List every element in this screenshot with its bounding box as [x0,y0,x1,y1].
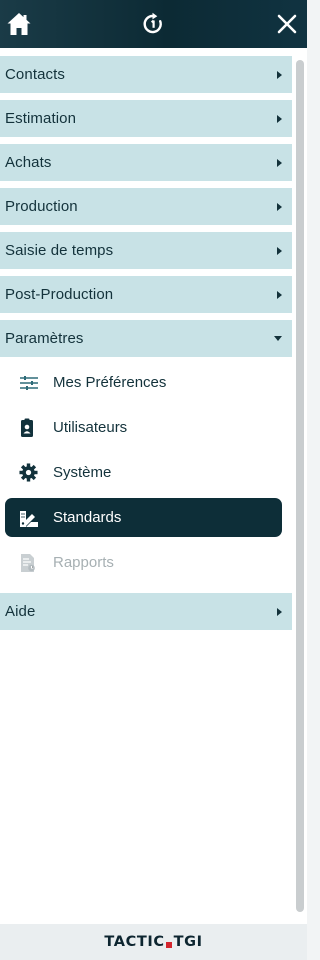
menu-item-label: Standards [53,509,122,526]
menu-item-systeme[interactable]: Système [5,453,282,492]
section-label: Production [5,198,78,215]
top-toolbar [0,0,307,48]
refresh-icon [143,12,162,34]
section-post-production[interactable]: Post-Production [0,276,292,313]
chevron-right-icon [277,158,282,167]
report-icon [19,553,49,573]
vertical-scrollbar[interactable] [293,54,307,918]
refresh-button[interactable] [133,4,173,44]
section-contacts[interactable]: Contacts [0,56,292,93]
section-label: Estimation [5,110,77,127]
section-label: Post-Production [5,286,114,303]
menu-item-utilisateurs[interactable]: Utilisateurs [5,408,282,447]
section-label: Aide [5,603,36,620]
section-estimation[interactable]: Estimation [0,100,292,137]
chevron-right-icon [277,290,282,299]
logo-dot [165,942,172,948]
section-achats[interactable]: Achats [0,144,292,181]
menu-item-label: Rapports [53,554,114,571]
menu-item-label: Mes Préférences [53,374,167,391]
chevron-right-icon [277,607,282,616]
menu-item-standards[interactable]: Standards [5,498,282,537]
home-icon [7,13,31,35]
section-label: Paramètres [5,330,84,347]
tactic-tgi-logo: TACTIC TGI [104,934,202,950]
logo-text-tactic: TACTIC [104,934,165,950]
user-badge-icon [19,418,49,438]
section-label: Achats [5,154,52,171]
footer: TACTIC TGI [0,924,307,960]
section-label: Saisie de temps [5,242,114,259]
menu-item-label: Utilisateurs [53,419,128,436]
section-saisie-de-temps[interactable]: Saisie de temps [0,232,292,269]
home-button[interactable] [0,4,39,44]
chevron-down-icon [274,336,282,341]
gear-icon [19,463,49,482]
section-label: Contacts [5,66,65,83]
chevron-right-icon [277,114,282,123]
section-aide[interactable]: Aide [0,593,292,630]
sliders-icon [19,375,49,391]
logo-text-tgi: TGI [173,934,203,950]
menu-item-rapports: Rapports [5,543,282,582]
scrollbar-thumb[interactable] [296,60,304,912]
chevron-right-icon [277,202,282,211]
section-production[interactable]: Production [0,188,292,225]
swatch-icon [19,508,49,528]
menu-item-mes-preferences[interactable]: Mes Préférences [5,363,282,402]
close-icon [277,14,297,34]
section-parametres[interactable]: Paramètres [0,320,292,357]
menu-item-label: Système [53,464,112,481]
close-button[interactable] [267,4,307,44]
chevron-right-icon [277,70,282,79]
navigation-panel: Contacts Estimation Achats Production Sa… [0,48,307,924]
chevron-right-icon [277,246,282,255]
